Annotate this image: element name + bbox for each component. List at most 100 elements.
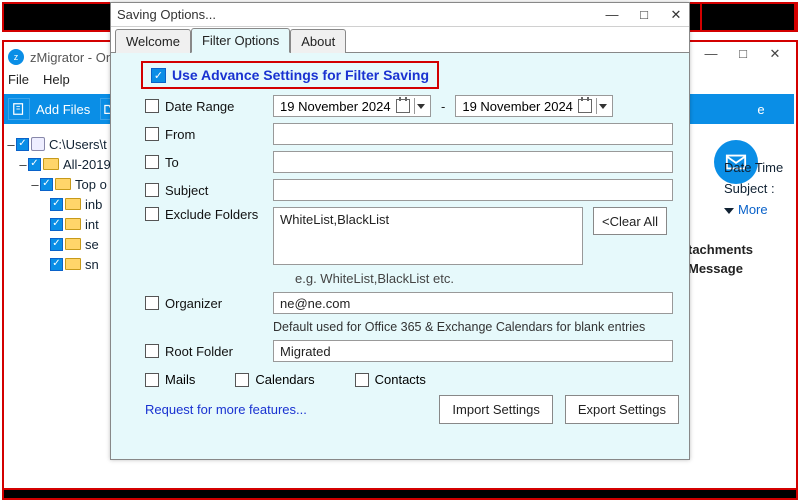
preview-more-link[interactable]: More: [724, 202, 794, 217]
dialog-window-controls: — □ ✕: [605, 8, 683, 22]
tab-filter-options[interactable]: Filter Options: [191, 28, 290, 53]
date-end-value: 19 November 2024: [462, 99, 573, 114]
tree-root-row[interactable]: – C:\Users\t: [6, 134, 116, 154]
exclude-folders-checkbox[interactable]: [145, 207, 159, 221]
tree-checkbox[interactable]: [40, 178, 53, 191]
to-input[interactable]: [273, 151, 673, 173]
dropdown-icon[interactable]: [596, 98, 608, 114]
mails-checkbox[interactable]: [145, 373, 159, 387]
dialog-minimize-button[interactable]: —: [605, 8, 619, 22]
tree-twisty-icon[interactable]: –: [18, 157, 28, 172]
tree-checkbox[interactable]: [16, 138, 29, 151]
filter-form: Date Range 19 November 2024 - 19 Novembe…: [145, 95, 679, 362]
tree-twisty-icon[interactable]: –: [30, 177, 40, 192]
date-range-label: Date Range: [165, 99, 273, 114]
folder-tree[interactable]: – C:\Users\t – All-2019 – Top o inb int …: [6, 134, 116, 274]
dialog-titlebar[interactable]: Saving Options... — □ ✕: [111, 3, 689, 27]
import-settings-button[interactable]: Import Settings: [439, 395, 552, 424]
export-settings-button[interactable]: Export Settings: [565, 395, 679, 424]
contacts-checkbox[interactable]: [355, 373, 369, 387]
tree-row-top[interactable]: – Top o: [6, 174, 116, 194]
filter-options-panel: Use Advance Settings for Filter Saving D…: [111, 53, 689, 459]
folder-icon: [65, 238, 81, 250]
advance-settings-highlight: Use Advance Settings for Filter Saving: [141, 61, 439, 89]
tree-checkbox[interactable]: [28, 158, 41, 171]
tree-row-leaf[interactable]: sn: [6, 254, 116, 274]
date-range-checkbox[interactable]: [145, 99, 159, 113]
row-exclude-folders: Exclude Folders WhiteList,BlackList <Cle…: [145, 207, 679, 265]
root-folder-checkbox[interactable]: [145, 344, 159, 358]
exclude-folders-textarea[interactable]: WhiteList,BlackList: [273, 207, 583, 265]
preview-message-tab[interactable]: Message: [688, 261, 794, 276]
tree-checkbox[interactable]: [50, 218, 63, 231]
menu-help[interactable]: Help: [43, 72, 70, 92]
tree-label: int: [85, 217, 99, 232]
to-checkbox[interactable]: [145, 155, 159, 169]
folder-icon: [43, 158, 59, 170]
tree-checkbox[interactable]: [50, 238, 63, 251]
preview-attachments-tab[interactable]: tachments: [688, 242, 794, 257]
contacts-label: Contacts: [375, 372, 426, 387]
subject-checkbox[interactable]: [145, 183, 159, 197]
main-close-button[interactable]: ✕: [768, 46, 782, 62]
calendar-icon: [578, 99, 592, 113]
tree-checkbox[interactable]: [50, 258, 63, 271]
folder-icon: [65, 198, 81, 210]
calendar-icon: [396, 99, 410, 113]
dialog-title-text: Saving Options...: [117, 7, 216, 22]
organizer-checkbox[interactable]: [145, 296, 159, 310]
from-checkbox[interactable]: [145, 127, 159, 141]
to-label: To: [165, 155, 273, 170]
calendars-checkbox[interactable]: [235, 373, 249, 387]
row-root-folder: Root Folder: [145, 340, 679, 362]
add-files-icon[interactable]: [8, 98, 30, 120]
tab-welcome[interactable]: Welcome: [115, 29, 191, 53]
tree-label: Top o: [75, 177, 107, 192]
row-organizer: Organizer: [145, 292, 679, 314]
dialog-close-button[interactable]: ✕: [669, 8, 683, 22]
tree-label: sn: [85, 257, 99, 272]
main-title-text: zMigrator - On-: [30, 50, 117, 65]
menu-file[interactable]: File: [8, 72, 29, 92]
add-files-button[interactable]: Add Files: [36, 102, 90, 117]
preview-tabs: tachments Message: [688, 242, 794, 276]
mails-label: Mails: [165, 372, 195, 387]
tree-twisty-icon[interactable]: –: [6, 137, 16, 152]
tree-row-leaf[interactable]: int: [6, 214, 116, 234]
toolbar-right-segment[interactable]: e: [734, 94, 794, 124]
app-logo-icon: z: [8, 49, 24, 65]
tree-row-leaf[interactable]: se: [6, 234, 116, 254]
subject-input[interactable]: [273, 179, 673, 201]
organizer-input[interactable]: [273, 292, 673, 314]
row-subject: Subject: [145, 179, 679, 201]
from-label: From: [165, 127, 273, 142]
row-from: From: [145, 123, 679, 145]
tree-row-leaf[interactable]: inb: [6, 194, 116, 214]
clear-all-button[interactable]: <Clear All: [593, 207, 667, 235]
request-features-link[interactable]: Request for more features...: [145, 402, 307, 417]
dialog-maximize-button[interactable]: □: [637, 8, 651, 22]
cat-contacts[interactable]: Contacts: [355, 372, 426, 387]
advance-settings-checkbox[interactable]: [151, 68, 166, 83]
date-start-picker[interactable]: 19 November 2024: [273, 95, 431, 117]
from-input[interactable]: [273, 123, 673, 145]
root-folder-label: Root Folder: [165, 344, 273, 359]
dropdown-icon[interactable]: [414, 98, 426, 114]
date-end-picker[interactable]: 19 November 2024: [455, 95, 613, 117]
tree-checkbox[interactable]: [50, 198, 63, 211]
tab-about[interactable]: About: [290, 29, 346, 53]
preview-subject-label: Subject :: [724, 181, 794, 196]
drive-icon: [31, 137, 45, 151]
tree-row-all2019[interactable]: – All-2019: [6, 154, 116, 174]
root-folder-input[interactable]: [273, 340, 673, 362]
calendars-label: Calendars: [255, 372, 314, 387]
folder-icon: [65, 218, 81, 230]
main-maximize-button[interactable]: □: [736, 46, 750, 62]
dialog-bottom-row: Request for more features... Import Sett…: [145, 395, 679, 424]
main-window-controls: — □ ✕: [704, 46, 782, 62]
cat-mails[interactable]: Mails: [145, 372, 195, 387]
main-minimize-button[interactable]: —: [704, 46, 718, 62]
cat-calendars[interactable]: Calendars: [235, 372, 314, 387]
tree-root-label: C:\Users\t: [49, 137, 107, 152]
preview-datetime-label: Date Time: [724, 160, 794, 175]
